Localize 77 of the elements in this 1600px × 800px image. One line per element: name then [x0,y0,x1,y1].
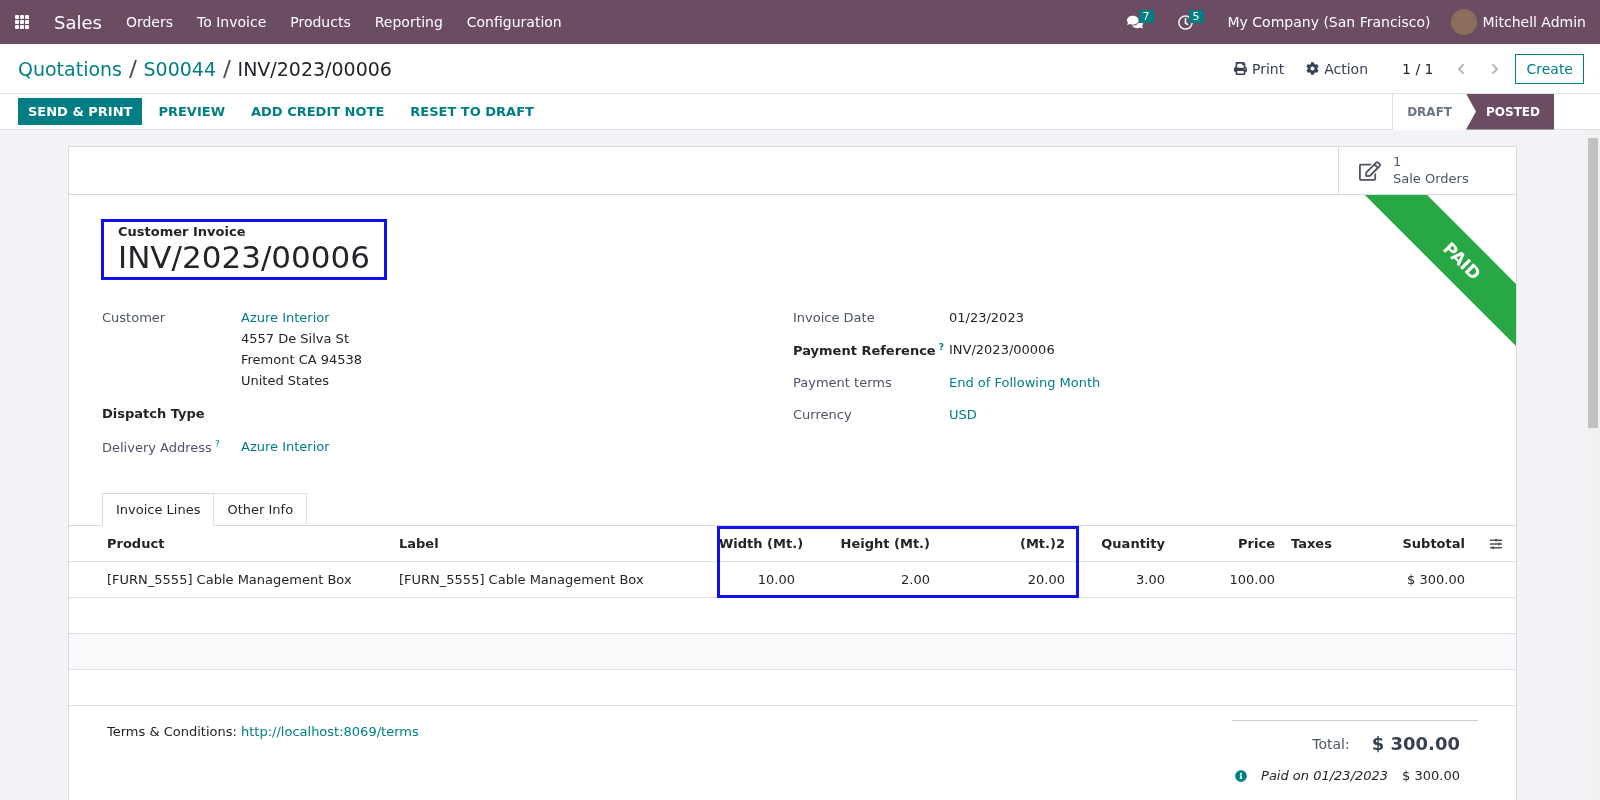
menu-item[interactable]: Products [290,14,351,30]
menu-item[interactable]: Reporting [374,14,443,30]
address-line: United States [241,373,331,388]
activity-count: 5 [1188,9,1204,23]
form-tab[interactable]: Other Info [213,493,308,527]
total-label: Total: [1312,735,1350,752]
action-button[interactable]: PREVIEW [148,98,235,125]
column-options-icon[interactable] [1489,537,1502,550]
column-header[interactable]: Price [1175,536,1285,552]
table-cell-text: 2.00 [900,572,931,588]
print-button[interactable]: Print [1233,60,1285,77]
edit-icon [1359,159,1381,182]
address-line: 4557 De Silva St [241,331,350,346]
column-header[interactable]: Quantity [1075,536,1175,552]
app-grid-icon[interactable] [14,14,30,30]
menu-item[interactable]: Orders [125,14,173,30]
status-stage[interactable]: POSTED [1466,93,1554,130]
field-label: Invoice Date [793,310,876,325]
pager-value: 1 / 1 [1402,60,1434,77]
column-header[interactable]: Product [69,536,393,552]
document-type: Customer Invoice [118,224,247,239]
action-button[interactable]: Action [1306,60,1369,77]
terms-text: Terms & Conditions: http://localhost:8069/terms [107,724,419,742]
field-label: Payment Reference $^{?}$ [793,342,945,359]
column-header[interactable]: Width (Mt.) [713,536,805,552]
create-button[interactable]: Create [1515,53,1584,84]
table-cell-text: [FURN_5555] Cable Management Box [398,572,645,588]
invoice-number: INV/2023/00006 [118,239,370,275]
action-button[interactable]: SEND & PRINT [18,98,143,125]
customer-link[interactable]: Azure Interior [241,439,330,454]
message-count: 7 [1138,9,1154,23]
field-label: Delivery Address $^{?}$ [102,439,221,456]
table-cell-text: 20.00 [1026,572,1066,588]
form-tab[interactable]: Invoice Lines [102,493,215,527]
breadcrumb: INV/2023/00006 [237,57,392,80]
terms-link[interactable]: http://localhost:8069/terms [241,724,419,740]
field-value[interactable]: End of Following Month [949,375,1101,391]
table-cell-text: 3.00 [1135,572,1166,588]
scrollbar-thumb[interactable] [1588,138,1598,428]
column-header[interactable]: Label [393,536,713,552]
column-header[interactable]: Subtotal [1365,536,1475,552]
field-value: 01/23/2023 [949,310,1024,325]
column-header[interactable]: (Mt.)2 [940,536,1075,552]
action-button[interactable]: ADD CREDIT NOTE [241,98,395,125]
printer-icon [1233,62,1247,75]
clock-icon[interactable] [1177,14,1193,30]
app-name[interactable]: Sales [54,11,102,33]
column-header[interactable]: Taxes [1285,536,1365,552]
address-line: Fremont CA 94538 [241,352,363,367]
field-label: Customer [102,310,167,327]
user-name[interactable]: Mitchell Admin [1482,14,1586,30]
payment-amount: $ 300.00 [1402,768,1460,784]
breadcrumb-separator [129,59,137,78]
total-amount: $ 300.00 [1371,733,1460,755]
customer-link[interactable]: Azure Interior [241,310,363,325]
payment-label: Paid on 01/23/2023 [1261,768,1389,784]
field-value[interactable]: USD [949,407,977,423]
breadcrumb-separator [223,59,231,78]
column-header[interactable]: Height (Mt.) [805,536,940,552]
field-label: Dispatch Type [102,406,206,421]
breadcrumb[interactable]: Quotations [18,57,122,80]
table-cell-text: [FURN_5555] Cable Management Box [106,572,353,588]
table-cell-text: 10.00 [756,572,796,588]
action-button[interactable]: RESET TO DRAFT [400,98,544,125]
company-switcher[interactable]: My Company (San Francisco) [1227,14,1431,30]
gear-icon [1306,62,1320,75]
menu-item[interactable]: To Invoice [197,14,267,30]
field-value: INV/2023/00006 [949,342,1055,359]
table-cell-text: 100.00 [1228,572,1276,588]
field-label: Payment terms [793,375,893,391]
chat-icon[interactable] [1126,14,1143,30]
breadcrumb[interactable]: S00044 [143,57,217,80]
info-icon[interactable] [1235,769,1248,782]
status-stage[interactable]: DRAFT [1392,93,1466,130]
menu-item[interactable]: Configuration [466,14,562,30]
field-label: Currency [793,407,853,423]
table-cell-text: $ 300.00 [1406,572,1466,588]
